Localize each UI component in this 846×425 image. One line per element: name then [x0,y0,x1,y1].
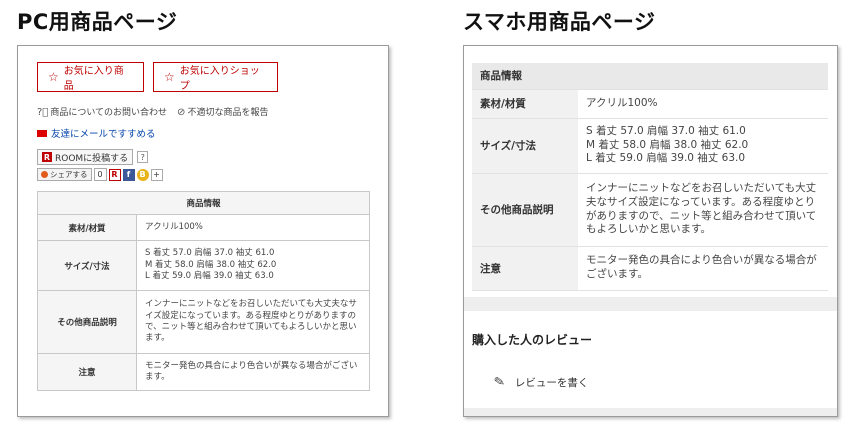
pencil-icon: ✎ [492,374,507,391]
row-value: アクリル100% [136,214,370,241]
size-line: S 着丈 57.0 肩幅 37.0 袖丈 61.0 [145,248,275,259]
pc-product-panel: ☆ お気に入り商品 ☆ お気に入りショップ ?⃝ 商品についてのお問い合わせ ⊘ 不… [17,45,389,417]
table-caption: 商品情報 [37,191,370,215]
inquiry-label: 商品についてのお問い合わせ [50,108,168,118]
size-line: S 着丈 57.0 肩幅 37.0 袖丈 61.0 [586,125,746,138]
report-label: 不適切な商品を報告 [187,108,269,118]
room-post-label: ROOMに投稿する [55,153,129,164]
favorite-item-label: お気に入り商品 [63,66,124,92]
share-count: 0 [93,168,107,181]
row-key: その他商品説明 [37,290,137,354]
row-key: 注意 [472,246,578,291]
write-review-button[interactable]: ✎ レビューを書く [492,374,589,391]
room-post-button[interactable]: R ROOMに投稿する [37,149,134,165]
row-value: アクリル100% [578,89,828,119]
blog-share-icon[interactable]: B [136,168,149,181]
table-row: 素材/材質 アクリル100% [472,89,828,119]
pc-page-heading: PC用商品ページ [17,10,178,34]
row-value: モニター発色の具合により色合いが異なる場合がございます。 [136,353,370,391]
room-logo-icon: R [42,152,52,162]
prohibit-icon: ⊘ [177,107,186,118]
table-row: その他商品説明 インナーにニットなどをお召しいただいても大丈夫なサイズ設定になっ… [472,173,828,247]
share-row: シェアする 0 R f B + [37,168,163,181]
rakuten-share-icon[interactable]: R [108,168,121,181]
table-row: 注意 モニター発色の具合により色合いが異なる場合がございます。 [472,246,828,291]
row-value: インナーにニットなどをお召しいただいても大丈夫なサイズ設定になっています。ある程… [136,290,370,354]
row-value: モニター発色の具合により色合いが異なる場合がございます。 [578,246,828,291]
row-value: S 着丈 57.0 肩幅 37.0 袖丈 61.0 M 着丈 58.0 肩幅 3… [136,240,370,291]
pc-product-info-table: 商品情報 素材/材質 アクリル100% サイズ/寸法 S 着丈 57.0 肩幅 … [37,191,370,391]
row-key: 素材/材質 [472,89,578,119]
favorite-shop-button[interactable]: ☆ お気に入りショップ [153,62,278,92]
table-row: サイズ/寸法 S 着丈 57.0 肩幅 37.0 袖丈 61.0 M 着丈 58… [37,240,370,291]
sp-page-heading: スマホ用商品ページ [463,10,656,34]
favorite-buttons: ☆ お気に入り商品 ☆ お気に入りショップ [37,62,278,92]
help-button[interactable]: ? [137,151,149,163]
size-line: L 着丈 59.0 肩幅 39.0 袖丈 63.0 [145,271,274,282]
table-row: その他商品説明 インナーにニットなどをお召しいただいても大丈夫なサイズ設定になっ… [37,290,370,354]
size-line: L 着丈 59.0 肩幅 39.0 袖丈 63.0 [586,152,746,165]
size-line: M 着丈 58.0 肩幅 38.0 袖丈 62.0 [145,259,277,270]
row-value: S 着丈 57.0 肩幅 37.0 袖丈 61.0 M 着丈 58.0 肩幅 3… [578,118,828,174]
write-review-label: レビューを書く [514,377,589,389]
size-line: M 着丈 58.0 肩幅 38.0 袖丈 62.0 [586,138,749,151]
share-button[interactable]: シェアする [37,168,92,181]
row-key: サイズ/寸法 [472,118,578,174]
room-row: R ROOMに投稿する ? [37,149,149,165]
row-key: 素材/材質 [37,214,137,241]
row-key: 注意 [37,353,137,391]
share-label: シェアする [50,170,88,179]
more-share-icon[interactable]: + [150,168,163,181]
report-link[interactable]: ⊘ 不適切な商品を報告 [177,105,268,118]
review-section-title: 購入した人のレビュー [472,333,593,347]
share-icon [41,171,48,178]
mail-friend-link[interactable]: 友達にメールですすめる [37,126,156,140]
sp-product-panel: 商品情報 素材/材質 アクリル100% サイズ/寸法 S 着丈 57.0 肩幅 … [463,45,838,417]
favorite-shop-label: お気に入りショップ [179,66,260,92]
row-key: その他商品説明 [472,173,578,247]
mail-friend-label: 友達にメールですすめる [51,129,156,140]
table-row: サイズ/寸法 S 着丈 57.0 肩幅 37.0 袖丈 61.0 M 着丈 58… [472,118,828,174]
star-icon: ☆ [164,70,175,84]
facebook-share-icon[interactable]: f [122,168,135,181]
review-section: 購入した人のレビュー ✎ レビューを書く [464,311,837,408]
inquiry-row: ?⃝ 商品についてのお問い合わせ ⊘ 不適切な商品を報告 [37,105,268,118]
question-circle-icon: ?⃝ [37,107,49,118]
mail-icon [37,129,47,137]
table-row: 素材/材質 アクリル100% [37,214,370,241]
row-key: サイズ/寸法 [37,240,137,291]
table-caption: 商品情報 [472,63,828,90]
inquiry-link[interactable]: ?⃝ 商品についてのお問い合わせ [37,105,167,118]
row-value: インナーにニットなどをお召しいただいても大丈夫なサイズ設定になっています。ある程… [578,173,828,247]
table-row: 注意 モニター発色の具合により色合いが異なる場合がございます。 [37,353,370,391]
sp-product-info-table: 商品情報 素材/材質 アクリル100% サイズ/寸法 S 着丈 57.0 肩幅 … [472,63,828,291]
sp-info-section: 商品情報 素材/材質 アクリル100% サイズ/寸法 S 着丈 57.0 肩幅 … [464,46,837,297]
star-icon: ☆ [48,70,59,84]
favorite-item-button[interactable]: ☆ お気に入り商品 [37,62,144,92]
